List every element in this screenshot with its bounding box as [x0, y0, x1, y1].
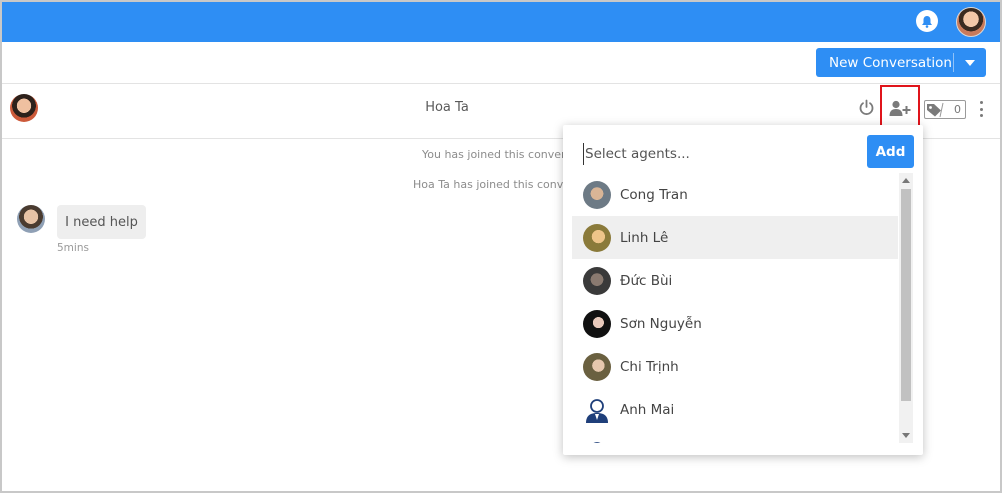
contact-avatar: [10, 94, 38, 122]
system-message: Hoa Ta has joined this convers: [413, 178, 581, 191]
agent-name: Đức Bùi: [620, 272, 673, 289]
agent-picker-dropdown: Add Cong Tran Linh Lê Đức Bùi Sơn Nguyễn…: [563, 125, 923, 455]
message-bubble: I need help: [57, 205, 146, 239]
agent-option[interactable]: Đức Bùi: [572, 259, 898, 302]
agent-avatar: [583, 180, 611, 209]
agent-list: Cong Tran Linh Lê Đức Bùi Sơn Nguyễn Chi…: [572, 173, 898, 443]
agent-name: Linh Lê: [620, 229, 669, 246]
user-plus-icon: [889, 100, 911, 116]
agent-search-input[interactable]: [583, 143, 853, 165]
message-avatar: [17, 205, 45, 233]
avatar[interactable]: [956, 7, 986, 37]
agent-name: Cong Tran: [620, 186, 688, 203]
agent-option[interactable]: Anh Mai: [572, 388, 898, 431]
system-message: You has joined this conversa: [422, 148, 579, 161]
agent-avatar: [583, 223, 611, 252]
new-conversation-button[interactable]: New Conversation: [816, 48, 986, 77]
agent-avatar: [583, 352, 611, 381]
agent-option[interactable]: Linh Lê: [572, 216, 898, 259]
new-conversation-label: New Conversation: [829, 54, 952, 71]
agent-avatar: [592, 441, 602, 443]
new-conversation-dropdown-toggle[interactable]: [954, 59, 986, 66]
more-options-icon[interactable]: [978, 101, 984, 117]
agent-option[interactable]: Chi Trịnh: [572, 345, 898, 388]
chevron-down-icon: [965, 59, 975, 66]
power-icon[interactable]: [858, 99, 875, 116]
app-window: New Conversation Hoa Ta 0 You has joined…: [0, 0, 1002, 493]
agent-avatar: [583, 309, 611, 338]
agent-option[interactable]: Cong Tran: [572, 173, 898, 216]
tag-count: 0: [954, 103, 961, 116]
agent-option[interactable]: [572, 431, 898, 443]
tag-button[interactable]: 0: [924, 100, 966, 119]
scroll-down-icon[interactable]: [902, 433, 910, 438]
bell-icon[interactable]: [916, 10, 938, 32]
tag-icon: [927, 102, 944, 118]
agent-name: Sơn Nguyễn: [620, 315, 702, 332]
top-bar: [2, 2, 1000, 42]
agent-name: Chi Trịnh: [620, 358, 679, 375]
scrollbar[interactable]: [899, 173, 913, 443]
agent-avatar: [586, 398, 608, 423]
scrollbar-thumb[interactable]: [901, 189, 911, 401]
agent-avatar: [583, 266, 611, 295]
conversation-title: Hoa Ta: [425, 100, 469, 115]
agent-name: Anh Mai: [620, 401, 675, 418]
action-bar: New Conversation: [2, 42, 1000, 84]
agent-option[interactable]: Sơn Nguyễn: [572, 302, 898, 345]
scroll-up-icon[interactable]: [902, 178, 910, 183]
message-timestamp: 5mins: [57, 242, 89, 254]
add-button[interactable]: Add: [867, 135, 914, 168]
